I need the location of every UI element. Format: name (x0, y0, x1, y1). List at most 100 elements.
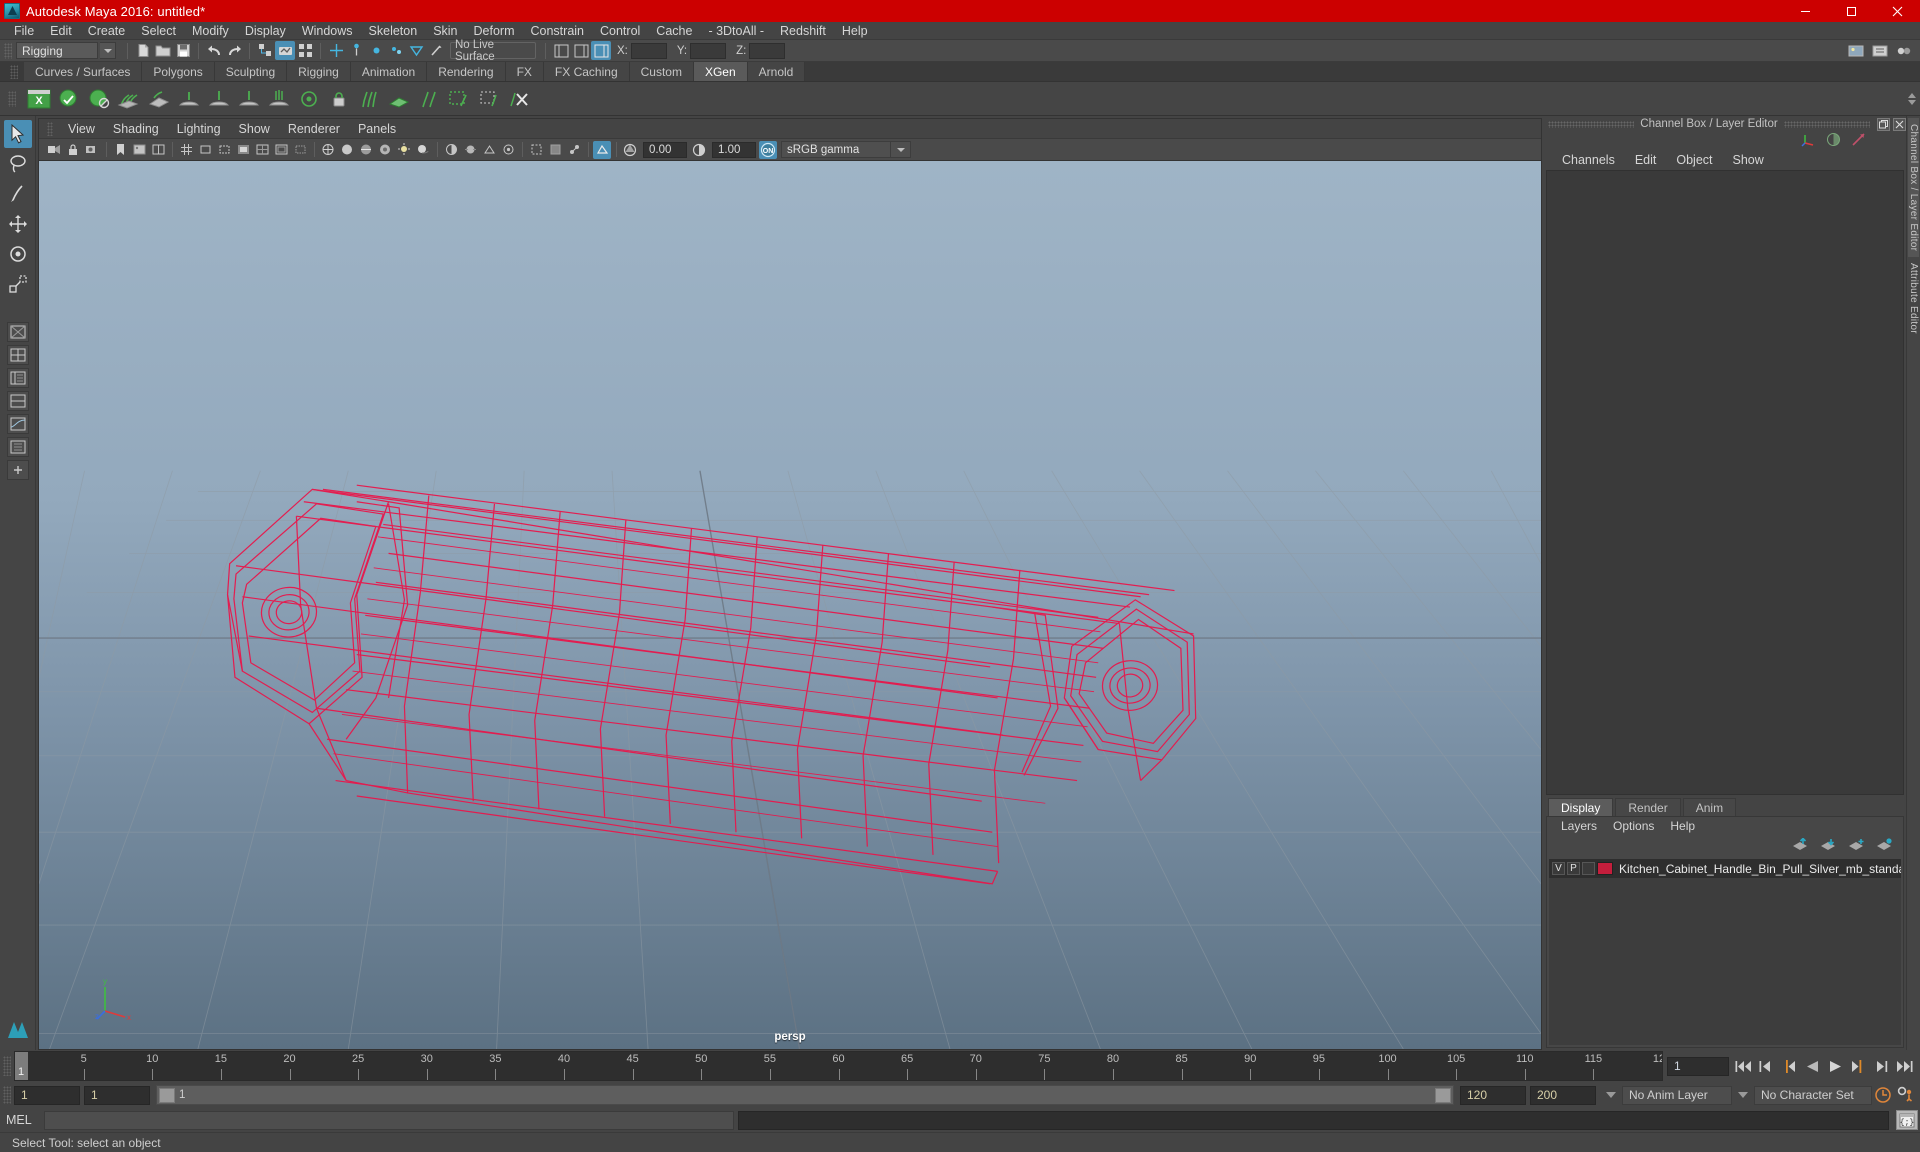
layer-list[interactable]: V P Kitchen_Cabinet_Handle_Bin_Pull_Silv… (1549, 859, 1901, 1045)
menu-redshift[interactable]: Redshift (772, 22, 834, 40)
select-camera-icon[interactable] (45, 141, 63, 159)
snap-grid-icon[interactable] (326, 41, 346, 60)
current-frame-field[interactable]: 1 (1667, 1056, 1729, 1076)
layer-tab-display[interactable]: Display (1548, 798, 1614, 816)
channel-box-menu-channels[interactable]: Channels (1552, 150, 1625, 170)
quick-layout-add-icon[interactable] (6, 460, 29, 480)
menu-skin[interactable]: Skin (425, 22, 465, 40)
shelf-icons-grip[interactable] (8, 90, 16, 107)
channel-box-menu-object[interactable]: Object (1666, 150, 1722, 170)
twopane-icon[interactable] (149, 141, 167, 159)
shelf-tab-rigging[interactable]: Rigging (287, 62, 351, 81)
multisample-aa-icon[interactable] (480, 141, 498, 159)
range-bar[interactable]: 1 (156, 1085, 1454, 1105)
lasso-tool-icon[interactable] (4, 150, 32, 178)
color-management-dropdown-arrow[interactable] (891, 141, 911, 158)
smooth-shading-icon[interactable] (338, 141, 356, 159)
shelf-tab-curves-surfaces[interactable]: Curves / Surfaces (24, 62, 143, 81)
layer-color-swatch[interactable] (1597, 862, 1613, 875)
auto-keyframe-toggle-icon[interactable] (1872, 1085, 1894, 1105)
menu-file[interactable]: File (6, 22, 42, 40)
script-editor-icon[interactable]: {;} (1896, 1110, 1918, 1130)
rotate-tool-icon[interactable] (4, 240, 32, 268)
range-bar-right-handle[interactable] (1435, 1087, 1451, 1103)
resolution-gate-icon[interactable] (215, 141, 233, 159)
anim-end-field[interactable]: 200 (1530, 1085, 1596, 1105)
menu-display[interactable]: Display (237, 22, 294, 40)
menu-cache[interactable]: Cache (648, 22, 700, 40)
snap-projected-icon[interactable] (386, 41, 406, 60)
play-backwards-icon[interactable] (1802, 1056, 1822, 1076)
shelf-tab-sculpting[interactable]: Sculpting (214, 62, 288, 81)
3d-viewport[interactable]: y x z persp (39, 161, 1541, 1049)
shadows-icon[interactable] (414, 141, 432, 159)
minimize-button[interactable] (1782, 0, 1828, 22)
xgen-editor-icon[interactable]: X (24, 84, 54, 114)
lock-camera-icon[interactable] (64, 141, 82, 159)
y-coord-field[interactable] (690, 42, 727, 59)
viewport-menu-show[interactable]: Show (230, 119, 279, 139)
outliner-toggle-icon[interactable] (551, 41, 571, 60)
viewport-menu-shading[interactable]: Shading (104, 119, 168, 139)
viewport-menu-lighting[interactable]: Lighting (168, 119, 230, 139)
viewport-menu-renderer[interactable]: Renderer (279, 119, 349, 139)
manipulator-icon[interactable] (1801, 132, 1816, 150)
character-set-dropdown-arrow[interactable] (1734, 1086, 1752, 1105)
motion-blur-icon[interactable] (461, 141, 479, 159)
attribute-editor-toggle-icon[interactable] (571, 41, 591, 60)
quick-layout-outliner-icon[interactable] (6, 368, 29, 388)
snap-view-plane-icon[interactable] (406, 41, 426, 60)
film-gate-icon[interactable] (196, 141, 214, 159)
scale-tool-icon[interactable] (4, 270, 32, 298)
select-hierarchy-icon[interactable] (255, 41, 275, 60)
make-live-icon[interactable] (426, 41, 446, 60)
shelf-grip[interactable] (10, 64, 18, 79)
color-management-toggle-icon[interactable]: ON (759, 140, 777, 159)
xgen-lock-icon[interactable] (324, 84, 354, 114)
layer-tab-anim[interactable]: Anim (1682, 798, 1737, 816)
gate-mask-icon[interactable] (234, 141, 252, 159)
xgen-width-brush-icon[interactable] (234, 84, 264, 114)
quick-layout-4-view-icon[interactable] (6, 345, 29, 365)
viewport-menu-view[interactable]: View (59, 119, 104, 139)
channel-box-menu-edit[interactable]: Edit (1625, 150, 1667, 170)
use-all-lights-icon[interactable] (395, 141, 413, 159)
layer-tab-render[interactable]: Render (1615, 798, 1681, 816)
bookmark-icon[interactable] (111, 141, 129, 159)
layer-shading-toggle[interactable] (1582, 862, 1595, 875)
view-transform-icon[interactable] (593, 140, 611, 159)
menu-deform[interactable]: Deform (466, 22, 523, 40)
xgen-guide-tool-icon[interactable] (414, 84, 444, 114)
quick-layout-persp-icon[interactable] (6, 322, 29, 342)
create-layer-from-selected-icon[interactable] (1876, 838, 1893, 854)
menu-constrain[interactable]: Constrain (523, 22, 593, 40)
xgen-disable-icon[interactable] (84, 84, 114, 114)
channel-box-menu-show[interactable]: Show (1723, 150, 1774, 170)
layer-arrow-icon[interactable] (1851, 132, 1866, 150)
menu-select[interactable]: Select (133, 22, 184, 40)
menu-control[interactable]: Control (592, 22, 648, 40)
shelf-tab-fx[interactable]: FX (505, 62, 544, 81)
shelf-tab-xgen[interactable]: XGen (693, 62, 748, 81)
channel-box-content[interactable] (1546, 170, 1904, 795)
range-bar-left-handle[interactable] (159, 1087, 175, 1103)
paint-selection-tool-icon[interactable] (4, 180, 32, 208)
move-layer-up-icon[interactable] (1792, 837, 1809, 854)
toolbar-grip[interactable] (4, 42, 12, 59)
menu-set-dropdown-arrow[interactable] (100, 42, 116, 59)
hypershade-icon[interactable] (1894, 41, 1914, 60)
select-tool-icon[interactable] (3, 120, 32, 148)
anim-layer-select[interactable]: No Anim Layer (1622, 1085, 1732, 1105)
shelf-tab-polygons[interactable]: Polygons (142, 62, 215, 81)
vertical-tab-channel-box[interactable]: Channel Box / Layer Editor (1908, 118, 1919, 258)
shelf-tab-rendering[interactable]: Rendering (427, 62, 506, 81)
select-object-icon[interactable] (275, 41, 295, 60)
vertical-tab-attribute-editor[interactable]: Attribute Editor (1908, 257, 1919, 340)
go-to-start-icon[interactable] (1733, 1056, 1753, 1076)
current-time-marker[interactable]: 1 (15, 1052, 28, 1080)
xgen-sculpt-icon[interactable] (144, 84, 174, 114)
textured-shading-icon[interactable] (376, 141, 394, 159)
move-layer-down-icon[interactable] (1820, 838, 1837, 854)
xgen-delete-icon[interactable] (504, 84, 534, 114)
quick-layout-relationship-icon[interactable] (6, 437, 29, 457)
